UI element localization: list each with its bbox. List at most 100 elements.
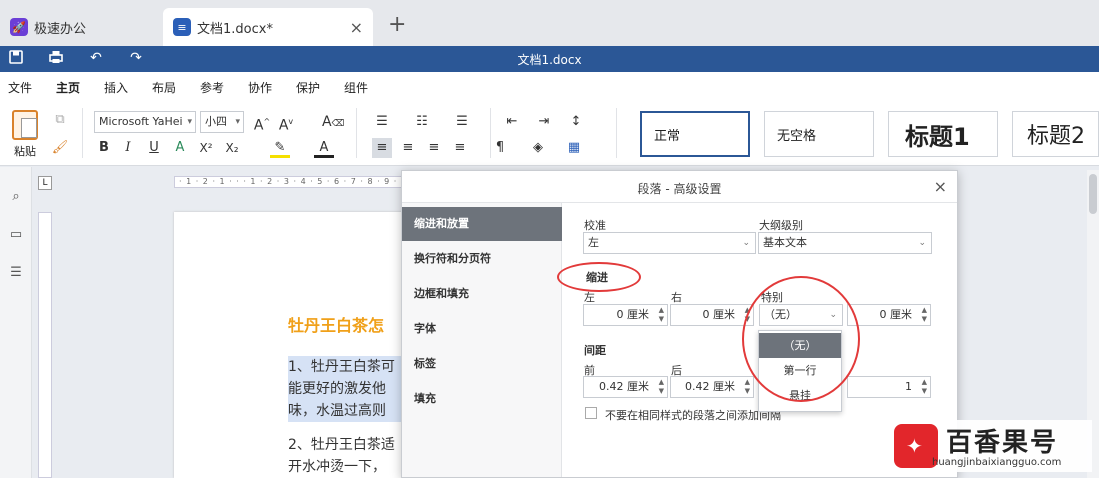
- align-justify-icon[interactable]: ≡: [450, 138, 470, 158]
- menu-protect[interactable]: 保护: [296, 79, 320, 96]
- tab-stop-selector[interactable]: L: [38, 176, 52, 190]
- font-size-value: 小四: [205, 115, 227, 128]
- menu-home[interactable]: 主页: [53, 79, 83, 102]
- ribbon-divider: [616, 108, 617, 158]
- special-indent-select[interactable]: （无） ⌄: [759, 304, 843, 326]
- close-icon[interactable]: ×: [934, 177, 947, 196]
- option-hanging[interactable]: 悬挂: [759, 383, 841, 408]
- font-color-icon[interactable]: A: [314, 138, 334, 158]
- document-page[interactable]: 牡丹王白茶怎 1、牡丹王白茶可 能更好的激发他 味，水温过高则 2、牡丹王白茶适…: [174, 212, 418, 478]
- navigation-icon[interactable]: ☰: [7, 265, 25, 283]
- spacing-section-label: 间距: [584, 344, 606, 357]
- menu-file[interactable]: 文件: [8, 79, 32, 96]
- highlight-icon[interactable]: ✎: [270, 138, 290, 158]
- new-tab-button[interactable]: +: [388, 12, 406, 37]
- tab-document-label: 文档1.docx*: [197, 21, 273, 37]
- comment-icon[interactable]: ▭: [7, 227, 25, 245]
- style-heading-1[interactable]: 标题1: [888, 111, 998, 157]
- shading-icon[interactable]: ◈: [528, 138, 548, 158]
- strikethrough-icon[interactable]: A: [170, 138, 190, 158]
- align-right-icon[interactable]: ≡: [424, 138, 444, 158]
- increase-indent-icon[interactable]: ⇥: [534, 112, 554, 132]
- spinner-icon[interactable]: ▲ ▼: [659, 306, 664, 324]
- paste-button[interactable]: 粘贴: [8, 110, 42, 159]
- print-icon[interactable]: [46, 50, 66, 68]
- special-indent-by-stepper[interactable]: 0 厘米 ▲ ▼: [847, 304, 931, 326]
- align-center-icon[interactable]: ≡: [398, 138, 418, 158]
- font-size-select[interactable]: 小四 ▾: [200, 111, 244, 133]
- superscript-button[interactable]: X²: [196, 138, 216, 158]
- spinner-icon[interactable]: ▲ ▼: [745, 378, 750, 396]
- spinner-icon[interactable]: ▲ ▼: [922, 306, 927, 324]
- line-spacing-icon[interactable]: ↕: [566, 112, 586, 132]
- menu-references[interactable]: 参考: [200, 79, 224, 96]
- undo-icon[interactable]: ↶: [86, 50, 106, 68]
- nav-indents-placement[interactable]: 缩进和放置: [402, 207, 562, 241]
- outline-level-label: 大纲级别: [759, 219, 803, 232]
- vertical-ruler[interactable]: [38, 212, 52, 478]
- numbered-list-icon[interactable]: ☷: [412, 112, 432, 132]
- format-painter-icon[interactable]: 🖌: [50, 138, 70, 158]
- subscript-button[interactable]: X₂: [222, 138, 242, 158]
- paragraph-marks-button[interactable]: ¶: [490, 138, 510, 158]
- special-indent-by-value: 0 厘米: [879, 308, 913, 321]
- spacing-after-stepper[interactable]: 0.42 厘米 ▲ ▼: [670, 376, 754, 398]
- watermark-url: huangjinbaixiangguo.com: [932, 457, 1062, 468]
- scrollbar-thumb[interactable]: [1089, 174, 1097, 214]
- font-name-select[interactable]: Microsoft YaHei ▾: [94, 111, 196, 133]
- chevron-down-icon: ⌄: [742, 238, 750, 248]
- tab-home[interactable]: 🚀 极速办公: [0, 8, 160, 46]
- alignment-label: 校准: [584, 219, 606, 232]
- nav-padding[interactable]: 填充: [402, 382, 562, 416]
- style-normal[interactable]: 正常: [640, 111, 750, 157]
- option-none[interactable]: （无）: [759, 333, 841, 358]
- nav-borders-fill[interactable]: 边框和填充: [402, 277, 562, 311]
- bold-button[interactable]: B: [94, 138, 114, 158]
- outline-level-value: 基本文本: [763, 236, 807, 249]
- italic-button[interactable]: I: [118, 138, 138, 158]
- nav-tabs[interactable]: 标签: [402, 347, 562, 381]
- spacing-after-value: 0.42 厘米: [685, 380, 735, 393]
- dialog-nav: 缩进和放置 换行符和分页符 边框和填充 字体 标签 填充: [402, 203, 562, 477]
- horizontal-ruler[interactable]: · 1 · 2 · 1 · · · 1 · 2 · 3 · 4 · 5 · 6 …: [174, 176, 404, 188]
- menu-plugins[interactable]: 组件: [344, 79, 368, 96]
- tab-document[interactable]: ≡ 文档1.docx* ×: [163, 8, 373, 46]
- alignment-select[interactable]: 左 ⌄: [583, 232, 756, 254]
- align-left-icon[interactable]: ≡: [372, 138, 392, 158]
- bullet-list-icon[interactable]: ☰: [372, 112, 392, 132]
- menu-layout[interactable]: 布局: [152, 79, 176, 96]
- style-no-spacing[interactable]: 无空格: [764, 111, 874, 157]
- special-indent-dropdown: （无） 第一行 悬挂: [758, 330, 842, 412]
- left-indent-stepper[interactable]: 0 厘米 ▲ ▼: [583, 304, 668, 326]
- copy-icon[interactable]: ⧉: [50, 110, 70, 130]
- ribbon: 粘贴 ⧉ 🖌 Microsoft YaHei ▾ 小四 ▾ A^ Av A⌫ B…: [0, 100, 1099, 166]
- decrease-font-icon[interactable]: Av: [276, 112, 296, 134]
- spacing-before-stepper[interactable]: 0.42 厘米 ▲ ▼: [583, 376, 668, 398]
- style-heading-2[interactable]: 标题2: [1012, 111, 1099, 157]
- save-icon[interactable]: [6, 50, 26, 68]
- menu-collaborate[interactable]: 协作: [248, 79, 272, 96]
- right-indent-stepper[interactable]: 0 厘米 ▲ ▼: [670, 304, 754, 326]
- decrease-indent-icon[interactable]: ⇤: [502, 112, 522, 132]
- increase-font-icon[interactable]: A^: [252, 112, 272, 134]
- spinner-icon[interactable]: ▲ ▼: [745, 306, 750, 324]
- multilevel-list-icon[interactable]: ☰: [452, 112, 472, 132]
- no-spacing-same-style-checkbox[interactable]: [585, 407, 597, 419]
- spinner-icon[interactable]: ▲ ▼: [659, 378, 664, 396]
- line-spacing-stepper[interactable]: 1 ▲ ▼: [847, 376, 931, 398]
- tab-close-icon[interactable]: ×: [350, 18, 363, 37]
- redo-icon[interactable]: ↷: [126, 50, 146, 68]
- nav-line-page-breaks[interactable]: 换行符和分页符: [402, 242, 562, 276]
- nav-font[interactable]: 字体: [402, 312, 562, 346]
- special-indent-value: （无）: [764, 308, 797, 321]
- menu-insert[interactable]: 插入: [104, 79, 128, 96]
- document-icon: ≡: [173, 18, 191, 36]
- clear-format-icon[interactable]: A⌫: [322, 112, 344, 132]
- option-first-line[interactable]: 第一行: [759, 358, 841, 383]
- paragraph-line: 2、牡丹王白茶适: [288, 437, 395, 453]
- underline-button[interactable]: U: [144, 138, 164, 158]
- spinner-icon[interactable]: ▲ ▼: [922, 378, 927, 396]
- outline-level-select[interactable]: 基本文本 ⌄: [758, 232, 932, 254]
- search-icon[interactable]: ⌕: [7, 189, 25, 207]
- borders-icon[interactable]: ▦: [564, 138, 584, 158]
